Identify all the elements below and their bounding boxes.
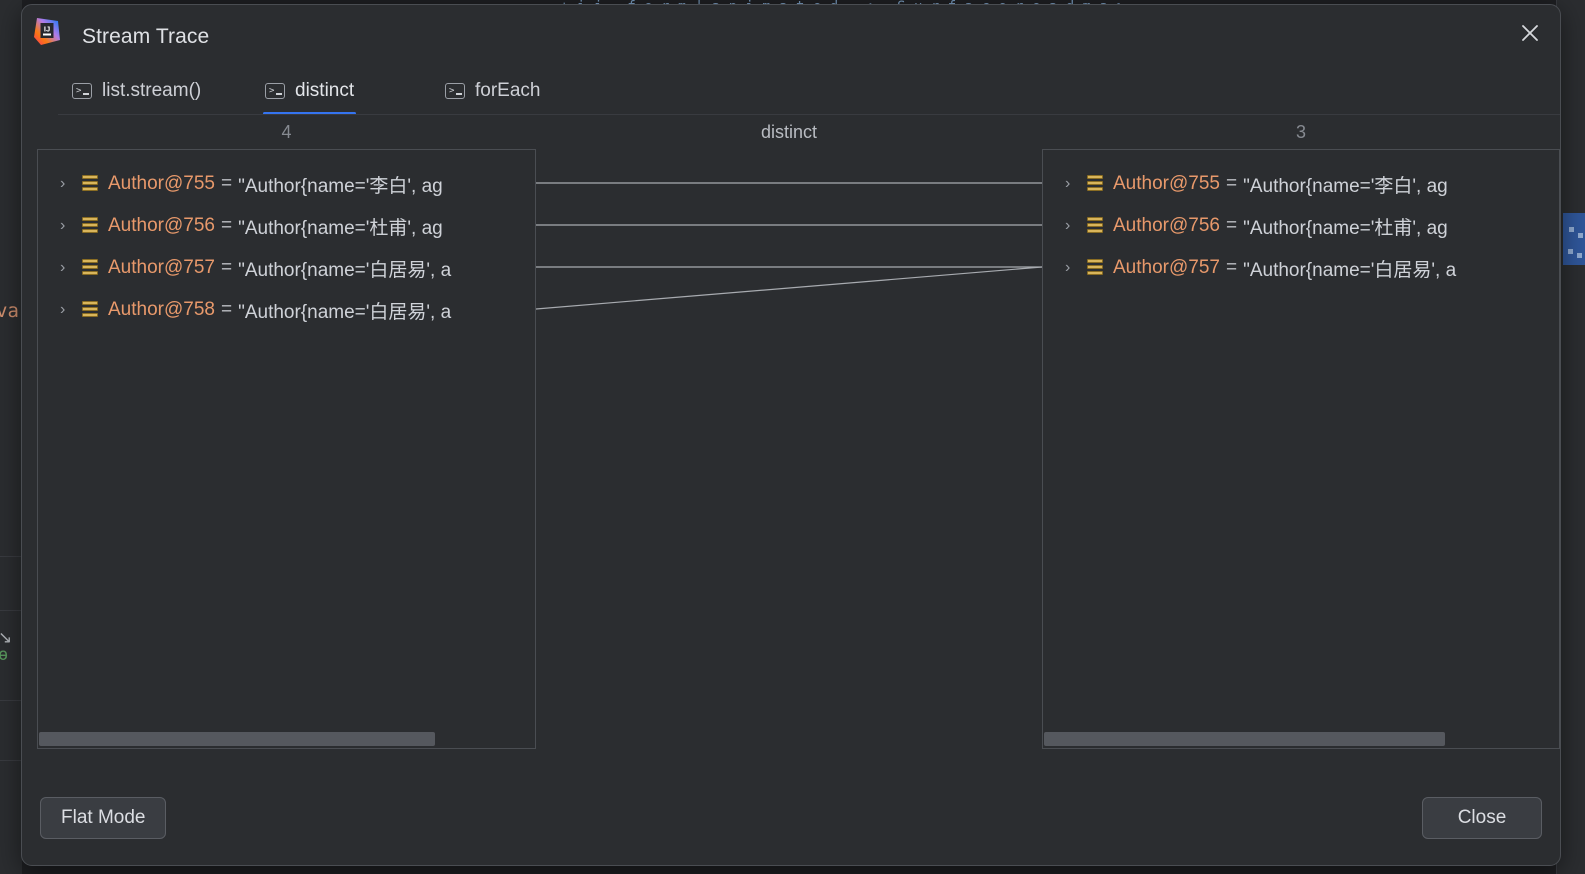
list-item[interactable]: › Author@757 = "Author{name='白居易', a — [1043, 247, 1559, 289]
value-name: Author@755 — [108, 173, 215, 194]
tab-label: forEach — [475, 80, 541, 101]
background-editor-gutter: va ↘ ɵ — [0, 0, 23, 874]
object-icon — [1087, 259, 1103, 277]
object-icon — [82, 301, 98, 319]
object-icon — [1087, 217, 1103, 235]
dialog-titlebar: IJ Stream Trace — [22, 5, 1560, 67]
chevron-right-icon[interactable]: › — [1065, 176, 1087, 192]
background-bracket-fragment: ɵ — [0, 645, 9, 665]
value-equals: = — [1225, 215, 1238, 236]
tab-label: distinct — [295, 80, 355, 101]
terminal-icon: > — [265, 83, 285, 99]
value-equals: = — [1225, 257, 1238, 278]
svg-text:IJ: IJ — [44, 25, 50, 34]
chevron-right-icon[interactable]: › — [1065, 218, 1087, 234]
value-equals: = — [220, 299, 233, 320]
list-item[interactable]: › Author@755 = "Author{name='李白', ag — [1043, 163, 1559, 205]
chevron-right-icon[interactable]: › — [60, 218, 82, 234]
value-name: Author@757 — [1113, 257, 1220, 278]
scrollbar-thumb[interactable] — [39, 732, 435, 746]
horizontal-scrollbar[interactable] — [1044, 732, 1558, 746]
chevron-right-icon[interactable]: › — [1065, 260, 1087, 276]
value-string: "Author{name='杜甫', ag — [238, 217, 443, 239]
value-string: "Author{name='李白', ag — [238, 175, 443, 197]
value-string: "Author{name='白居易', a — [238, 259, 452, 281]
chevron-right-icon[interactable]: › — [60, 302, 82, 318]
object-icon — [82, 217, 98, 235]
value-equals: = — [1225, 173, 1238, 194]
value-string: "Author{name='白居易', a — [238, 301, 452, 323]
trace-body: 4 distinct 3 › Author@755 = "Author{name… — [22, 115, 1560, 755]
tab-label: list.stream() — [102, 80, 202, 101]
list-item[interactable]: › Author@756 = "Author{name='杜甫', ag — [38, 205, 535, 247]
object-icon — [82, 259, 98, 277]
close-icon[interactable] — [1514, 17, 1546, 49]
left-count-header: 4 — [281, 122, 292, 142]
after-values-panel[interactable]: › Author@755 = "Author{name='李白', ag › A… — [1042, 149, 1560, 749]
operation-header: distinct — [760, 122, 818, 142]
background-selection-highlight — [1563, 213, 1585, 265]
value-equals: = — [220, 257, 233, 278]
tab-distinct[interactable]: > distinct — [255, 67, 364, 115]
chevron-right-icon[interactable]: › — [60, 176, 82, 192]
horizontal-scrollbar[interactable] — [39, 732, 534, 746]
page-title: Stream Trace — [82, 25, 210, 48]
value-name: Author@756 — [1113, 215, 1220, 236]
value-name: Author@758 — [108, 299, 215, 320]
stream-chain-tabs: > list.stream() > distinct > forEach — [40, 67, 1560, 115]
right-count-header: 3 — [1295, 122, 1306, 142]
scrollbar-thumb[interactable] — [1044, 732, 1445, 746]
object-icon — [1087, 175, 1103, 193]
value-string: "Author{name='李白', ag — [1243, 175, 1448, 197]
value-equals: = — [220, 173, 233, 194]
list-item[interactable]: › Author@755 = "Author{name='李白', ag — [38, 163, 535, 205]
tab-list-stream[interactable]: > list.stream() — [62, 67, 211, 115]
value-name: Author@755 — [1113, 173, 1220, 194]
background-code-fragment: va — [0, 300, 19, 322]
object-icon — [82, 175, 98, 193]
list-item[interactable]: › Author@758 = "Author{name='白居易', a — [38, 289, 535, 331]
value-equals: = — [220, 215, 233, 236]
value-string: "Author{name='杜甫', ag — [1243, 217, 1448, 239]
chevron-right-icon[interactable]: › — [60, 260, 82, 276]
close-button[interactable]: Close — [1422, 797, 1542, 839]
before-values-panel[interactable]: › Author@755 = "Author{name='李白', ag › A… — [37, 149, 536, 749]
value-string: "Author{name='白居易', a — [1243, 259, 1457, 281]
dialog-footer: Flat Mode Close — [22, 767, 1560, 865]
terminal-icon: > — [445, 83, 465, 99]
stream-trace-dialog: IJ Stream Trace > list.stream() > distin… — [21, 4, 1561, 866]
stream-connector-lines — [536, 182, 1042, 310]
value-name: Author@756 — [108, 215, 215, 236]
tab-foreach[interactable]: > forEach — [435, 67, 550, 115]
flat-mode-button[interactable]: Flat Mode — [40, 797, 167, 839]
list-item[interactable]: › Author@756 = "Author{name='杜甫', ag — [1043, 205, 1559, 247]
intellij-idea-logo: IJ — [31, 15, 63, 47]
terminal-icon: > — [72, 83, 92, 99]
value-name: Author@757 — [108, 257, 215, 278]
list-item[interactable]: › Author@757 = "Author{name='白居易', a — [38, 247, 535, 289]
